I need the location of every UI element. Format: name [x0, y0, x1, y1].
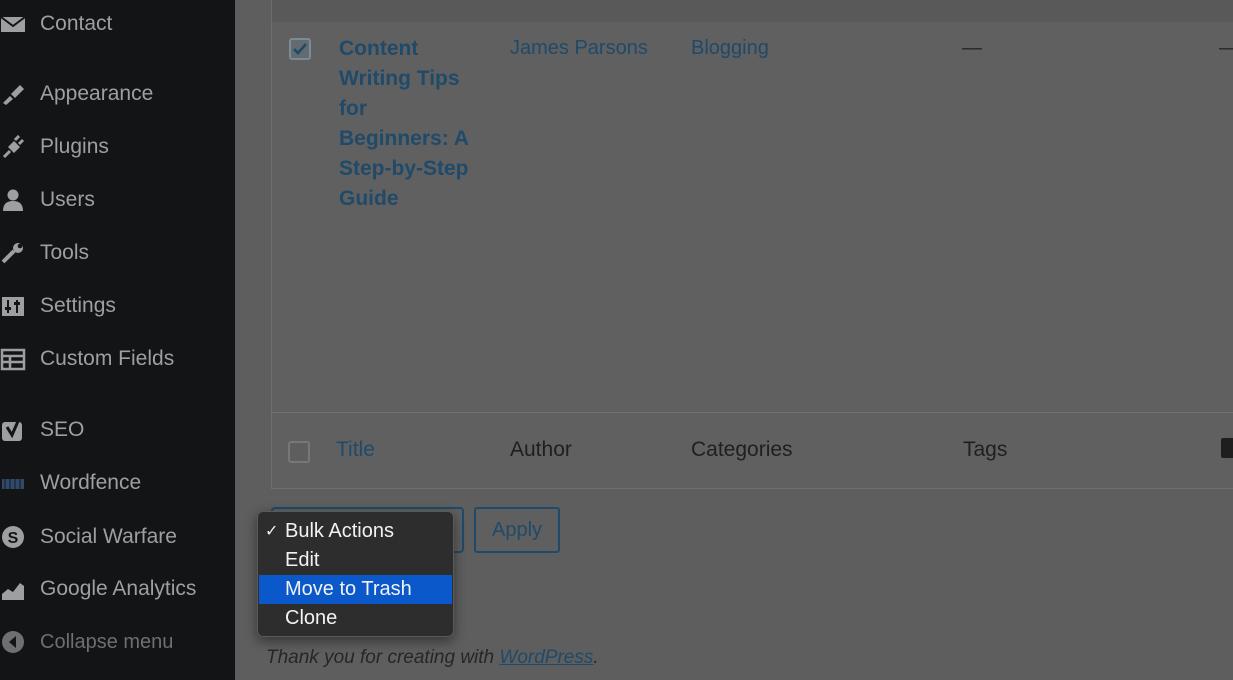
wordfence-icon [0, 471, 28, 495]
column-header-author: Author [510, 438, 572, 461]
post-row-checkbox[interactable] [289, 38, 311, 60]
collapse-arrow-icon [0, 630, 28, 654]
post-category-link[interactable]: Blogging [691, 37, 769, 60]
yoast-icon [0, 418, 28, 442]
sidebar-item-custom-fields[interactable]: Custom Fields [0, 341, 235, 377]
plugin-icon [0, 135, 28, 159]
collapse-menu-label: Collapse menu [40, 630, 174, 653]
social-warfare-icon: S [0, 525, 28, 549]
column-header-categories: Categories [691, 438, 793, 461]
analytics-icon [0, 577, 28, 601]
post-comments-empty: — [1219, 37, 1233, 60]
sidebar-item-users[interactable]: Users [0, 182, 235, 218]
collapse-menu-button[interactable]: Collapse menu [0, 624, 235, 660]
menu-item-bulk-actions[interactable]: ✓ Bulk Actions [259, 517, 452, 546]
user-icon [0, 188, 28, 212]
comments-icon[interactable] [1221, 438, 1233, 458]
menu-item-clone[interactable]: Clone [259, 604, 452, 633]
footer-prefix: Thank you for creating with [266, 647, 500, 668]
column-header-title[interactable]: Title [336, 438, 375, 462]
sidebar-item-label: Settings [40, 294, 116, 317]
menu-item-label: Move to Trash [285, 578, 412, 600]
checkmark-icon: ✓ [265, 523, 279, 540]
menu-item-edit[interactable]: Edit [259, 546, 452, 575]
wordpress-link[interactable]: WordPress [499, 647, 593, 668]
sidebar-item-settings[interactable]: Settings [0, 288, 235, 324]
sidebar-item-plugins[interactable]: Plugins [0, 129, 235, 165]
post-title-link[interactable]: Content Writing Tips for Beginners: A St… [339, 34, 479, 214]
menu-item-move-to-trash[interactable]: Move to Trash [259, 575, 452, 604]
menu-item-label: Clone [285, 607, 338, 629]
bulk-actions-dropdown-menu: ✓ Bulk Actions Edit Move to Trash Clone [257, 511, 454, 637]
post-tags-empty: — [962, 37, 982, 59]
menu-item-label: Bulk Actions [285, 520, 394, 542]
admin-footer-text: Thank you for creating with WordPress. [266, 647, 599, 669]
sidebar-item-label: Google Analytics [40, 577, 197, 600]
table-icon [0, 347, 28, 371]
sidebar-item-label: Plugins [40, 135, 109, 158]
sidebar-item-tools[interactable]: Tools [0, 235, 235, 271]
table-footer-divider [271, 412, 1233, 413]
sidebar-item-label: Appearance [40, 82, 154, 105]
sidebar-item-label: Contact [40, 12, 113, 35]
sidebar-item-google-analytics[interactable]: Google Analytics [0, 571, 235, 607]
sidebar-item-label: SEO [40, 418, 85, 441]
footer-suffix: . [593, 647, 599, 668]
sidebar-item-label: Custom Fields [40, 347, 175, 370]
sidebar-item-seo[interactable]: SEO [0, 412, 235, 448]
table-top-edge [271, 0, 1233, 22]
menu-item-label: Edit [285, 549, 320, 571]
mail-icon [0, 12, 28, 36]
wrench-icon [0, 241, 28, 265]
paintbrush-icon [0, 82, 28, 106]
sidebar-item-label: Social Warfare [40, 525, 177, 548]
admin-sidebar: Contact Appearance Plugins Users Tools S… [0, 0, 235, 680]
svg-text:S: S [8, 530, 19, 547]
sidebar-item-label: Wordfence [40, 471, 142, 494]
sidebar-item-wordfence[interactable]: Wordfence [0, 465, 235, 501]
sidebar-item-label: Tools [40, 241, 90, 264]
apply-button[interactable]: Apply [474, 507, 560, 553]
select-all-checkbox[interactable] [288, 441, 310, 463]
column-header-tags: Tags [963, 438, 1008, 461]
checkmark-icon [293, 43, 307, 55]
sliders-icon [0, 294, 28, 318]
sidebar-item-contact[interactable]: Contact [0, 6, 235, 42]
sidebar-item-social-warfare[interactable]: S Social Warfare [0, 519, 235, 555]
post-author-link[interactable]: James Parsons [510, 37, 648, 60]
sidebar-item-label: Users [40, 188, 95, 211]
sidebar-item-appearance[interactable]: Appearance [0, 76, 235, 112]
